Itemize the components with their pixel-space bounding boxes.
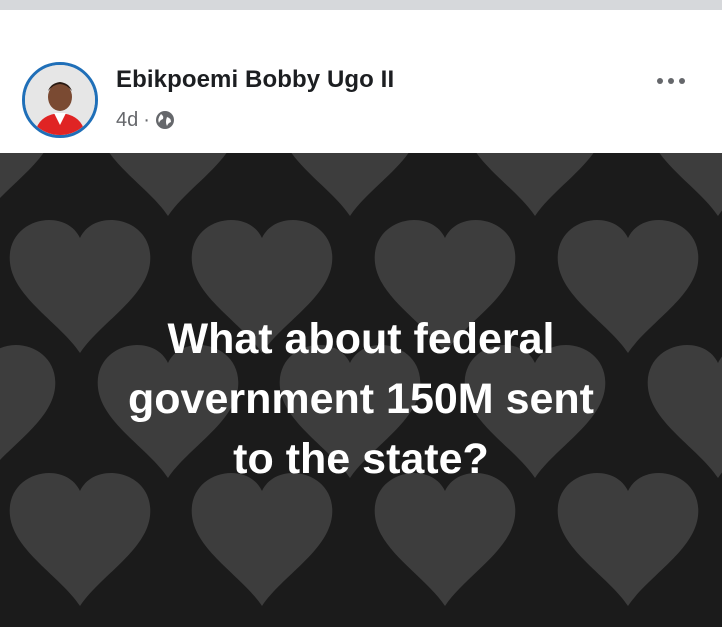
more-options-icon[interactable] <box>656 76 686 86</box>
post-content[interactable]: What about federal government 150M sent … <box>0 153 722 627</box>
meta-separator: · <box>143 108 150 131</box>
post-text-line: What about federal <box>167 315 555 363</box>
top-divider <box>0 0 722 10</box>
post-text: What about federal government 150M sent … <box>0 309 722 489</box>
author-name[interactable]: Ebikpoemi Bobby Ugo II <box>116 66 394 94</box>
post-text-line: to the state? <box>233 435 489 483</box>
post-meta: 4d · <box>116 108 175 132</box>
heart-row-4 <box>9 472 699 606</box>
post-text-line: government 150M sent <box>128 375 594 423</box>
author-avatar[interactable] <box>22 62 98 138</box>
avatar-photo <box>25 65 95 135</box>
globe-icon <box>155 111 174 129</box>
post-header: Ebikpoemi Bobby Ugo II 4d · <box>0 10 722 153</box>
post-timestamp[interactable]: 4d <box>116 109 138 132</box>
heart-row-1 <box>0 153 722 216</box>
